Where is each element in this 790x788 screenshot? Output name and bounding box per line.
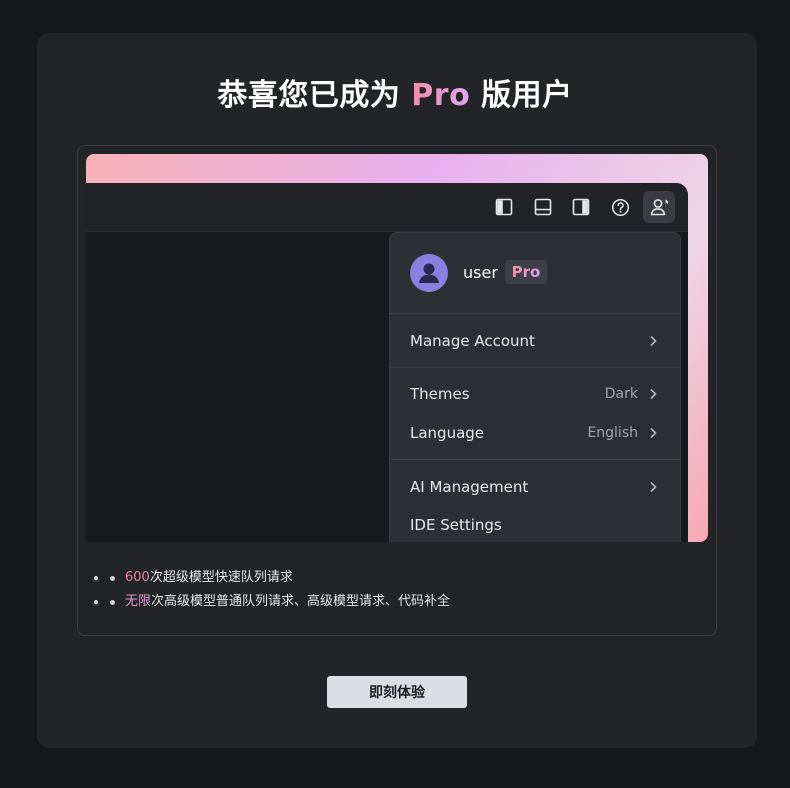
chevron-right-icon bbox=[650, 427, 657, 438]
pro-badge: Pro bbox=[505, 260, 547, 284]
menu-item-themes[interactable]: Themes Dark bbox=[390, 374, 680, 413]
username: user bbox=[463, 263, 498, 282]
layout-right-panel-icon bbox=[572, 198, 590, 216]
chevron-right-icon bbox=[650, 481, 657, 492]
menu-item-language[interactable]: Language English bbox=[390, 413, 680, 452]
list-item: 600次超级模型快速队列请求 bbox=[108, 568, 450, 592]
menu-item-ai-management[interactable]: AI Management bbox=[390, 467, 680, 506]
toggle-right-panel-button[interactable] bbox=[565, 191, 597, 223]
dialog-title: 恭喜您已成为 Pro 版用户 bbox=[0, 70, 790, 114]
feature-list: 600次超级模型快速队列请求 无限次高级模型普通队列请求、高级模型请求、代码补全 bbox=[108, 568, 450, 616]
bullet-dot bbox=[110, 576, 115, 581]
toggle-bottom-panel-button[interactable] bbox=[527, 191, 559, 223]
help-circle-icon bbox=[611, 198, 629, 216]
menu-item-label: Manage Account bbox=[410, 331, 535, 350]
menu-item-manage-account[interactable]: Manage Account bbox=[390, 321, 680, 360]
title-prefix: 恭喜您已成为 bbox=[217, 78, 401, 113]
menu-divider bbox=[390, 367, 680, 368]
user-account-icon bbox=[650, 199, 669, 216]
feature-text: 次超级模型快速队列请求 bbox=[149, 570, 293, 585]
layout-left-panel-icon bbox=[495, 198, 513, 216]
layout-bottom-panel-icon bbox=[534, 198, 552, 216]
menu-divider bbox=[390, 459, 680, 460]
user-account-button[interactable] bbox=[643, 191, 675, 223]
menu-item-label: Themes bbox=[410, 384, 470, 403]
menu-item-ide-settings[interactable]: IDE Settings bbox=[390, 505, 680, 542]
title-pro-highlight: Pro bbox=[411, 78, 471, 113]
theme-value: Dark bbox=[604, 385, 638, 402]
app-toolbar bbox=[86, 183, 688, 232]
help-button[interactable] bbox=[604, 191, 636, 223]
title-suffix: 版用户 bbox=[481, 78, 573, 113]
avatar bbox=[410, 254, 448, 292]
try-now-button[interactable]: 即刻体验 bbox=[327, 676, 467, 708]
bullet-dot bbox=[110, 600, 115, 605]
feature-highlight: 600 bbox=[125, 570, 150, 585]
menu-item-label: IDE Settings bbox=[410, 515, 502, 534]
menu-item-label: Language bbox=[410, 423, 485, 442]
toggle-left-panel-button[interactable] bbox=[488, 191, 520, 223]
avatar-person-icon bbox=[419, 263, 439, 283]
pro-badge-label: Pro bbox=[511, 263, 541, 281]
language-value: English bbox=[587, 424, 638, 441]
account-dropdown-menu: user Pro Manage Account Themes Dark Lang… bbox=[389, 232, 681, 542]
preview-app-window: user Pro Manage Account Themes Dark Lang… bbox=[86, 183, 688, 542]
feature-text: 次高级模型普通队列请求、高级模型请求、代码补全 bbox=[151, 594, 451, 609]
feature-highlight: 无限 bbox=[125, 594, 152, 609]
chevron-right-icon bbox=[650, 388, 657, 399]
menu-item-label: AI Management bbox=[410, 477, 529, 496]
menu-user-header: user Pro bbox=[390, 233, 680, 314]
chevron-right-icon bbox=[650, 335, 657, 346]
list-item: 无限次高级模型普通队列请求、高级模型请求、代码补全 bbox=[108, 592, 450, 616]
